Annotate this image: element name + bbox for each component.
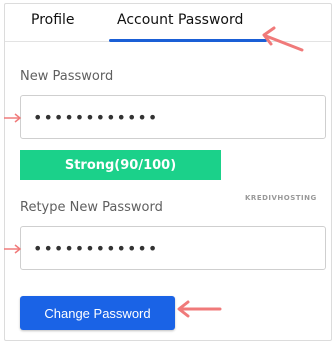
active-tab-indicator: [109, 39, 267, 42]
arrow-right-icon: [4, 113, 22, 123]
arrow-left-icon: [177, 300, 222, 318]
tab-profile[interactable]: Profile: [31, 12, 75, 28]
password-strength-badge: Strong(90/100): [20, 150, 221, 180]
retype-password-field[interactable]: ••••••••••••: [20, 226, 326, 270]
tab-account-password[interactable]: Account Password: [117, 12, 243, 28]
arrow-right-icon: [4, 244, 22, 254]
new-password-label: New Password: [20, 69, 114, 84]
watermark-text: KREDIVHOSTING: [245, 194, 317, 202]
change-password-button[interactable]: Change Password: [20, 296, 175, 330]
arrow-up-left-icon: [262, 26, 304, 52]
retype-password-label: Retype New Password: [20, 200, 163, 215]
new-password-field[interactable]: ••••••••••••: [20, 95, 326, 139]
